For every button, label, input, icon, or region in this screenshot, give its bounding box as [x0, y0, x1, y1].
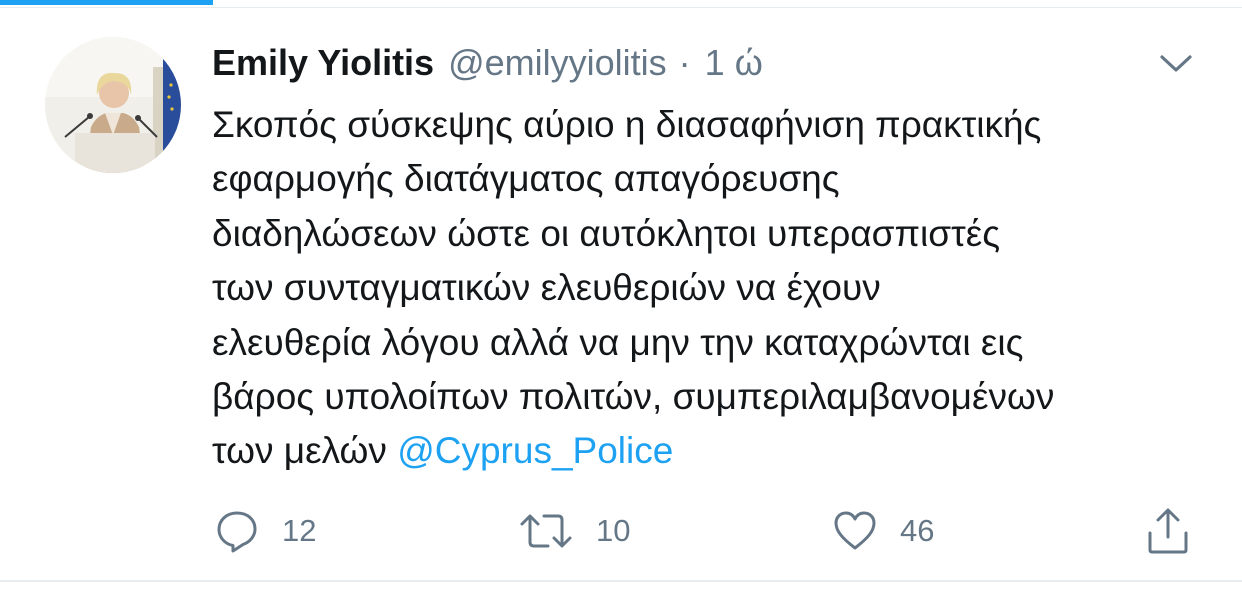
retweet-button[interactable]: 10 — [518, 506, 630, 556]
tweet-text-line: των συνταγματικών ελευθεριών να έχουν — [212, 267, 881, 309]
tweet-text-line: Σκοπός σύσκεψης αύριο η διασαφήνιση πρακ… — [212, 104, 1042, 145]
timestamp[interactable]: 1 ώ — [705, 42, 763, 84]
reply-count: 12 — [282, 513, 317, 548]
tweet-text-line: βάρος υπολοίπων πολιτών, συμπεριλαμβανομ… — [212, 376, 1055, 418]
tweet-text-line: εφαρμογής διατάγματος απαγόρευσης — [212, 158, 840, 200]
retweet-count: 10 — [596, 513, 631, 548]
tweet-header: Emily Yiolitis @emilyyiolitis · 1 ώ — [212, 42, 763, 86]
avatar-photo — [45, 37, 181, 173]
reply-icon — [217, 511, 257, 553]
mention-link[interactable]: @Cyprus_Police — [397, 430, 673, 471]
loading-progress-bar — [0, 0, 213, 5]
like-count: 46 — [900, 513, 935, 548]
tweet-text-prefix: των μελών — [212, 430, 387, 472]
bottom-divider — [0, 580, 1242, 582]
tweet-text-line: διαδηλώσεων ώστε οι αυτόκλητοι υπερασπισ… — [212, 212, 1001, 254]
retweet-icon — [520, 514, 572, 548]
avatar[interactable] — [45, 37, 181, 173]
user-handle[interactable]: @emilyyiolitis — [448, 42, 667, 84]
share-icon — [1148, 508, 1188, 554]
tweet-text-last-line: των μελών @Cyprus_Police — [212, 424, 1212, 478]
chevron-down-icon — [1160, 55, 1192, 72]
tweet[interactable]: Emily Yiolitis @emilyyiolitis · 1 ώ Σκοπ… — [0, 8, 1242, 580]
share-button[interactable] — [1145, 506, 1191, 556]
tweet-menu-button[interactable] — [1158, 52, 1194, 76]
tweet-actions: 12 10 46 — [0, 506, 1242, 556]
heart-icon — [834, 511, 876, 550]
tweet-text-line: ελευθερία λόγου αλλά να μην την καταχρών… — [212, 321, 1024, 363]
like-button[interactable]: 46 — [832, 506, 934, 556]
display-name[interactable]: Emily Yiolitis — [212, 42, 434, 84]
separator-dot: · — [678, 42, 691, 83]
reply-button[interactable]: 12 — [214, 506, 316, 556]
tweet-text: Σκοπός σύσκεψης αύριο η διασαφήνιση πρακ… — [212, 98, 1212, 479]
